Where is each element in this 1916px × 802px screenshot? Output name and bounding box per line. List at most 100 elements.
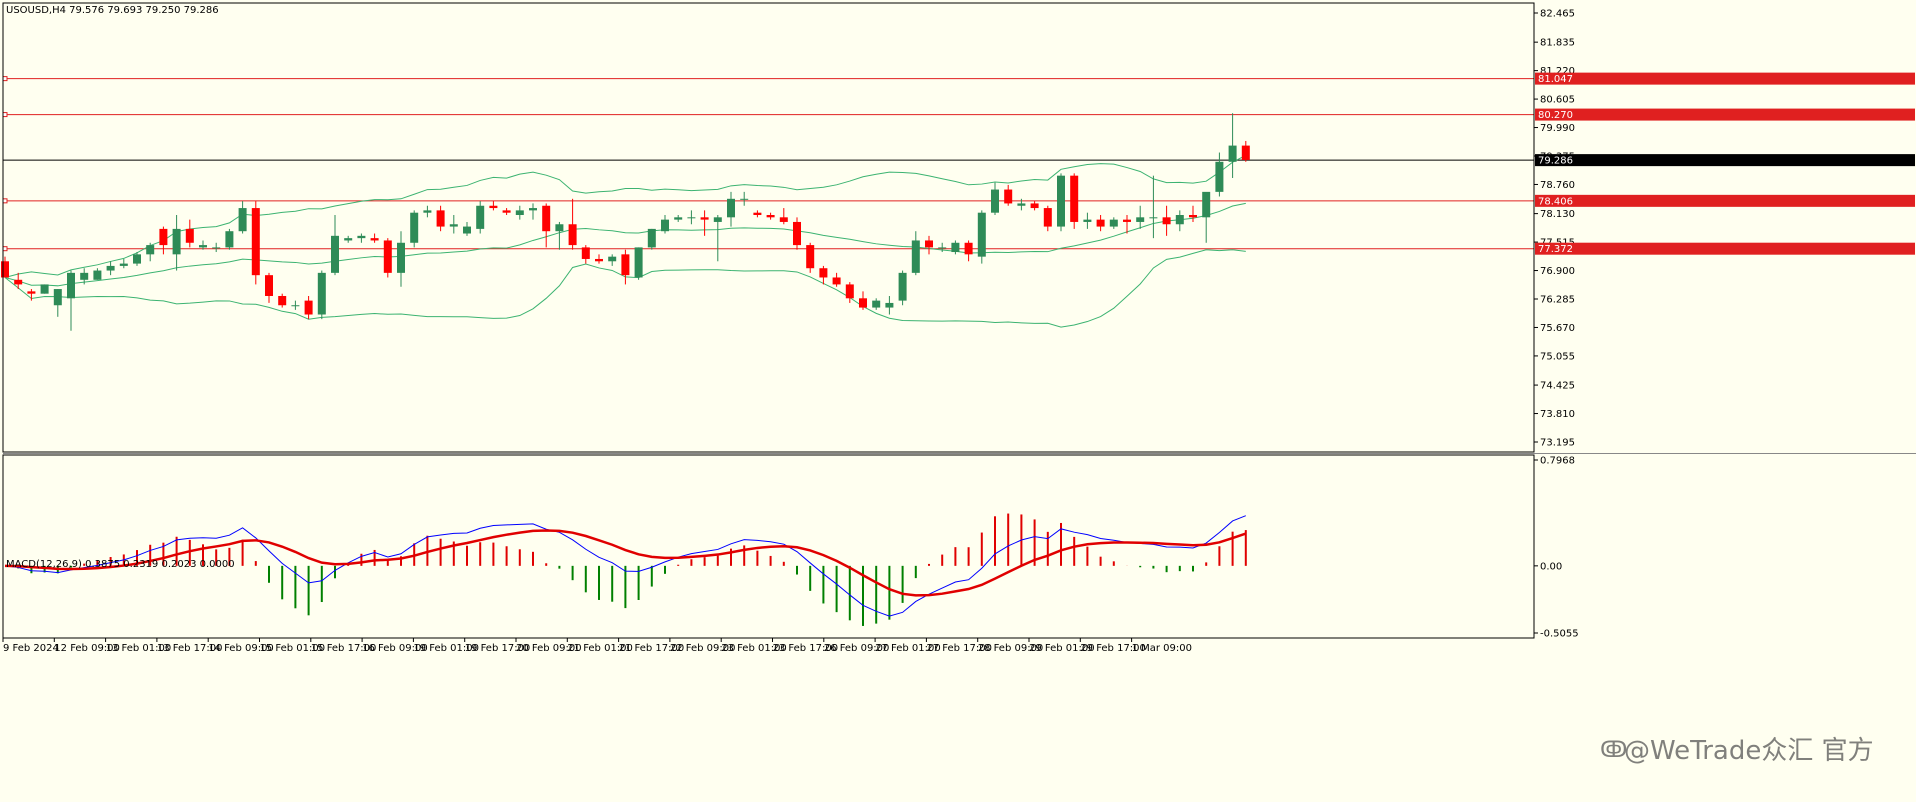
price-tick-label: 76.900 <box>1540 266 1575 277</box>
candle <box>1 256 9 278</box>
level-anchor-handle <box>2 198 8 204</box>
candle-body <box>119 263 128 266</box>
candle <box>581 245 590 264</box>
candle-body <box>251 208 260 276</box>
chart-svg[interactable]: 82.46581.83581.22080.60579.99079.37578.7… <box>0 0 1916 798</box>
candle <box>608 254 617 266</box>
candle <box>410 210 419 248</box>
current-price-tag <box>1535 154 1915 167</box>
candle <box>885 295 894 315</box>
candle-body <box>489 205 498 209</box>
candle <box>172 215 181 271</box>
candle-body <box>291 305 300 307</box>
candle-body <box>1162 217 1171 225</box>
candle <box>1109 217 1118 229</box>
candle-body <box>1175 215 1184 225</box>
candle-body <box>423 210 432 213</box>
candle <box>1175 210 1184 232</box>
macd-header: MACD(12,26,9) 0.3875 0.2319 0.2023 0.000… <box>6 559 235 570</box>
candle-body <box>344 238 353 241</box>
candle-body <box>832 277 841 285</box>
level-anchor-handle <box>2 76 8 82</box>
candle <box>529 203 537 220</box>
price-tick-label: 79.990 <box>1540 123 1575 134</box>
candle <box>727 191 735 227</box>
candle-body <box>793 221 801 246</box>
candle <box>185 219 194 248</box>
candle-body <box>225 231 234 248</box>
candle-body <box>449 224 458 227</box>
candle <box>370 233 379 243</box>
candle-body <box>67 272 75 299</box>
candle-body <box>1070 175 1079 222</box>
candle-body <box>872 300 881 308</box>
candle <box>977 210 986 264</box>
candle-body <box>634 247 643 278</box>
candle-body <box>27 291 36 294</box>
candle-body <box>595 258 603 262</box>
candle <box>317 270 326 320</box>
candle <box>832 272 841 287</box>
candle-body <box>410 212 419 243</box>
candle <box>159 226 168 255</box>
candle <box>925 235 933 255</box>
candle-body <box>727 198 735 218</box>
price-tick-label: 74.425 <box>1540 381 1575 392</box>
candle <box>331 215 339 276</box>
candle-body <box>938 247 947 249</box>
candle-body <box>1109 219 1118 227</box>
candle <box>291 300 300 310</box>
candle <box>806 242 815 273</box>
candle-body <box>806 245 815 269</box>
candle <box>265 272 273 303</box>
candle-body <box>146 245 155 255</box>
candle-body <box>436 210 445 227</box>
candle-body <box>1096 219 1105 227</box>
macd-tick-label: 0.7968 <box>1540 456 1575 467</box>
candle <box>542 203 551 248</box>
candle-body <box>766 215 775 218</box>
candle-body <box>106 265 115 271</box>
candle <box>872 298 881 310</box>
candle-body <box>1 261 9 278</box>
candle <box>634 247 643 280</box>
level-price-tag <box>1535 108 1915 121</box>
candle-body <box>964 242 973 255</box>
candle-body <box>476 205 485 229</box>
chart-window[interactable]: 82.46581.83581.22080.60579.99079.37578.7… <box>0 0 1916 798</box>
candle <box>753 210 762 218</box>
candle <box>1136 205 1145 229</box>
candle-body <box>1083 219 1092 222</box>
candle-body <box>185 228 194 243</box>
candle-body <box>647 228 656 248</box>
candle-body <box>713 217 722 222</box>
candle <box>225 228 234 250</box>
candle-body <box>1017 203 1026 206</box>
candle-body <box>1123 219 1131 222</box>
watermark-text: @WeTrade众汇 官方 <box>1624 736 1874 766</box>
candle <box>476 201 485 234</box>
candle-body <box>608 256 617 262</box>
candle <box>687 210 696 225</box>
candle-body <box>199 245 207 248</box>
candle <box>911 231 920 276</box>
candle-body <box>40 284 49 294</box>
price-tick-label: 82.465 <box>1540 9 1575 20</box>
level-price-label: 78.406 <box>1538 196 1573 207</box>
price-tick-label: 75.055 <box>1540 351 1575 362</box>
candle <box>1057 173 1065 232</box>
candle <box>119 258 128 269</box>
level-price-label: 81.047 <box>1538 74 1573 85</box>
candle-body <box>515 210 524 216</box>
candle <box>647 228 656 250</box>
price-tick-label: 73.195 <box>1540 438 1575 449</box>
candle <box>779 208 788 225</box>
candle-body <box>331 235 339 273</box>
candle <box>423 205 432 218</box>
candle-body <box>159 228 168 246</box>
candle <box>463 221 471 236</box>
candle-body <box>977 212 986 257</box>
candle-body <box>911 240 920 273</box>
price-tick-label: 78.760 <box>1540 180 1575 191</box>
candle <box>1070 173 1079 229</box>
